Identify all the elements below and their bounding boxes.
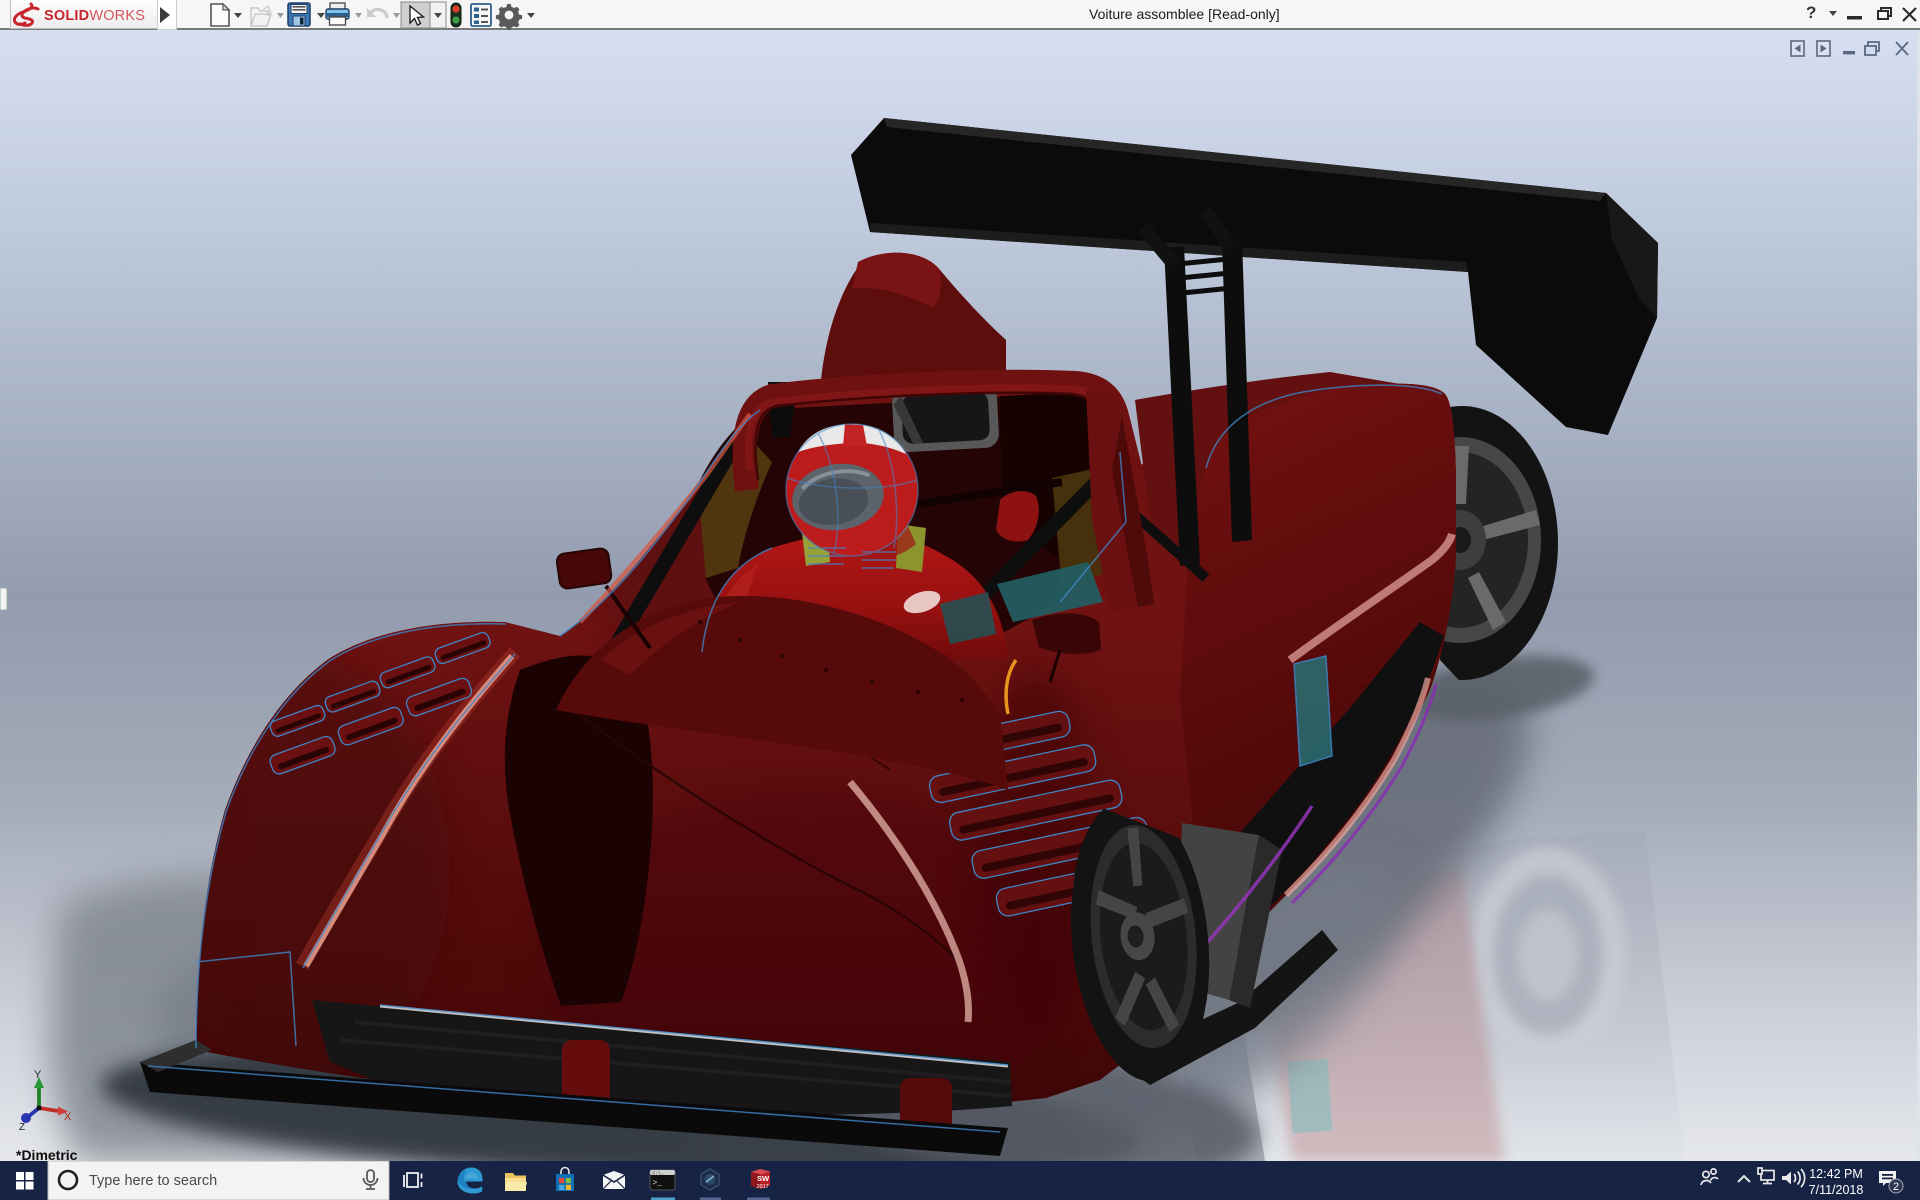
- svg-text:2: 2: [1893, 1181, 1899, 1193]
- svg-text:2017: 2017: [757, 1184, 769, 1190]
- svg-text:Type here to search: Type here to search: [89, 1173, 217, 1189]
- svg-text:>_: >_: [653, 1179, 663, 1188]
- svg-text:Y: Y: [34, 1069, 42, 1081]
- svg-text:SW: SW: [757, 1174, 770, 1183]
- svg-text:SOLIDWORKS: SOLIDWORKS: [44, 8, 145, 24]
- svg-text:12:42 PM: 12:42 PM: [1809, 1167, 1863, 1181]
- svg-text:*Dimetric: *Dimetric: [16, 1147, 78, 1161]
- svg-text:X: X: [64, 1111, 72, 1123]
- svg-text:C:\_: C:\_: [653, 1170, 664, 1176]
- svg-text:7/11/2018: 7/11/2018: [1809, 1183, 1864, 1197]
- svg-text:Z: Z: [19, 1122, 25, 1133]
